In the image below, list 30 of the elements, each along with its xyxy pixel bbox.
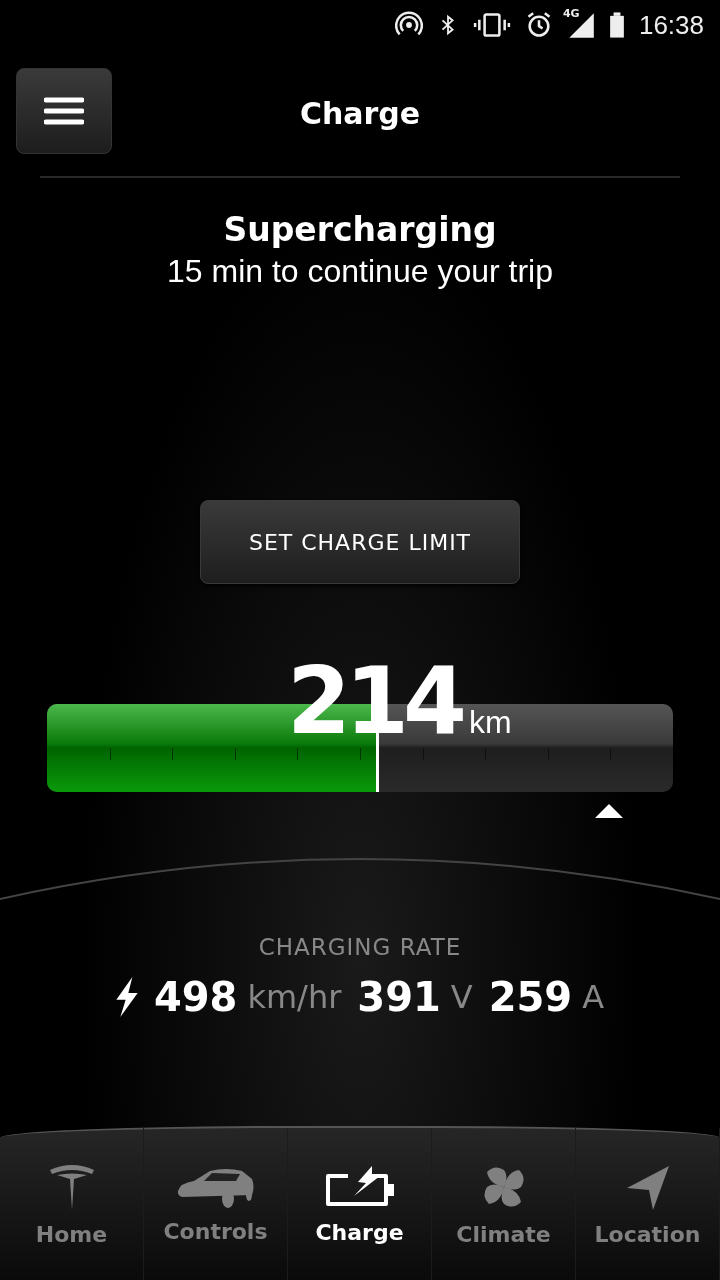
vibrate-icon [472,12,511,38]
range-value: 214 [287,656,462,748]
charging-rate-label: CHARGING RATE [258,934,462,960]
tab-label: Climate [456,1221,551,1247]
rate-value: 498 [153,974,238,1020]
charge-limit-marker-icon [595,804,623,818]
tab-label: Controls [163,1218,268,1244]
range-unit: km [469,704,512,741]
battery-icon [608,11,625,39]
rate-unit: km/hr [247,978,342,1016]
rate-unit: V [450,978,473,1016]
rate-unit: A [582,978,605,1016]
rate-value: 391 [357,974,441,1020]
charging-status: Supercharging [223,210,497,249]
rate-value: 259 [488,974,573,1020]
network-type: 4G [562,7,580,20]
nav-tab[interactable]: Charge [288,1128,432,1280]
set-charge-limit-button[interactable]: SET CHARGE LIMIT [200,500,520,584]
tab-label: Charge [315,1219,404,1245]
menu-icon [44,96,84,126]
nav-tab[interactable]: Controls [144,1128,288,1280]
menu-button[interactable] [16,68,112,154]
tab-label: Home [35,1221,108,1247]
tab-label: Location [594,1221,701,1247]
screen-title: Charge [299,95,421,131]
clock: 16:38 [638,9,704,41]
nav-tab[interactable]: Location [576,1128,720,1280]
nav-tab[interactable]: Climate [432,1128,576,1280]
nav-tab[interactable]: Home [0,1128,144,1280]
time-remaining: 15 min to continue your trip [167,253,553,290]
